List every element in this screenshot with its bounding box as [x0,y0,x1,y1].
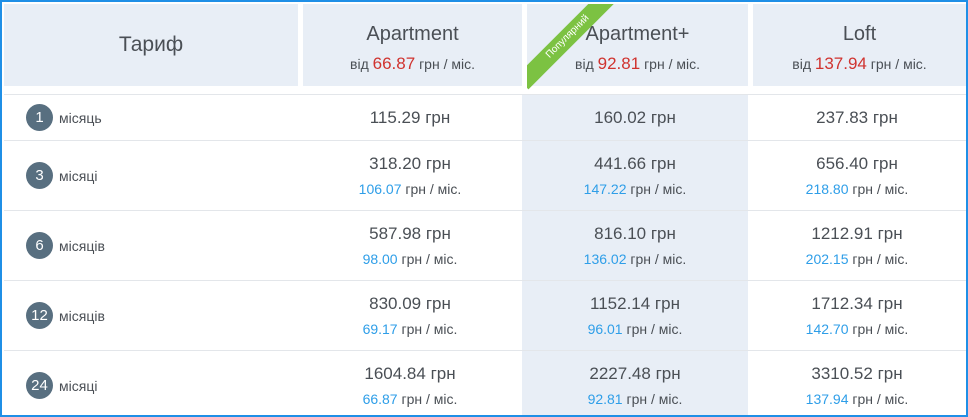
monthly-price: 96.01 грн / міс. [587,321,683,337]
total-price: 1152.14 грн [590,294,680,313]
price-cell[interactable]: 441.66 грн 147.22 грн / міс. [522,141,748,211]
price-cell[interactable]: 1712.34 грн 142.70 грн / міс. [748,281,966,351]
price-cell[interactable]: 237.83 грн [748,95,966,141]
price-cell[interactable]: 656.40 грн 218.80 грн / міс. [748,141,966,211]
plan-header-apartment[interactable]: Apartment від 66.87 грн / міс. [298,4,522,86]
total-price: 1712.34 грн [811,294,903,313]
price-cell[interactable]: 318.20 грн 106.07 грн / міс. [298,141,522,211]
total-price: 3310.52 грн [811,364,903,383]
total-price: 816.10 грн [594,224,676,243]
total-price: 2227.48 грн [589,364,681,383]
months-badge: 12 [26,302,53,329]
period-label: місяців [59,237,105,254]
period-cell: 24 місяці [4,351,298,415]
pricing-frame: Тариф Apartment від 66.87 грн / міс. Поп… [0,0,968,417]
months-badge: 6 [26,232,53,259]
plan-from-price: від 92.81 грн / міс. [575,53,700,73]
tariff-header: Тариф [4,4,298,86]
total-price: 1604.84 грн [364,364,456,383]
plan-from-price: від 137.94 грн / міс. [792,53,927,73]
table-row: 12 місяців 830.09 грн 69.17 грн / міс. 115… [4,281,966,351]
plan-header-apartment-plus[interactable]: Популярний Apartment+ від 92.81 грн / мі… [522,4,748,90]
period-cell: 1 місяць [4,95,298,141]
period-cell: 6 місяців [4,211,298,281]
table-row: 6 місяців 587.98 грн 98.00 грн / міс. 816.… [4,211,966,281]
months-badge: 3 [26,162,53,189]
popular-ribbon: Популярний [527,4,617,94]
price-cell[interactable]: 115.29 грн [298,95,522,141]
price-cell[interactable]: 2227.48 грн 92.81 грн / міс. [522,351,748,415]
price-cell[interactable]: 587.98 грн 98.00 грн / міс. [298,211,522,281]
period-label: місяці [59,167,98,184]
total-price: 115.29 грн [369,107,451,127]
table-row: 24 місяці 1604.84 грн 66.87 грн / міс. 222… [4,351,966,415]
header-row: Тариф Apartment від 66.87 грн / міс. Поп… [4,4,966,90]
total-price: 160.02 грн [594,107,676,127]
total-price: 830.09 грн [369,294,451,313]
price-cell[interactable]: 160.02 грн [522,95,748,141]
period-cell: 3 місяці [4,141,298,211]
plan-name: Apartment+ [585,22,690,45]
price-cell[interactable]: 1604.84 грн 66.87 грн / міс. [298,351,522,415]
monthly-price: 202.15 грн / міс. [805,251,909,267]
period-label: місяців [59,307,105,324]
total-price: 656.40 грн [816,154,898,173]
monthly-price: 66.87 грн / міс. [362,391,458,407]
total-price: 318.20 грн [369,154,451,173]
plan-name: Apartment [366,22,459,45]
price-cell[interactable]: 830.09 грн 69.17 грн / міс. [298,281,522,351]
monthly-price: 142.70 грн / міс. [805,321,909,337]
monthly-price: 98.00 грн / міс. [362,251,458,267]
table-row: 1 місяць 115.29 грн 160.02 грн 237.83 грн [4,95,966,141]
popular-badge: Популярний [527,4,617,90]
total-price: 441.66 грн [594,154,676,173]
monthly-price: 106.07 грн / міс. [358,181,462,197]
plan-header-loft[interactable]: Loft від 137.94 грн / міс. [748,4,966,86]
total-price: 587.98 грн [369,224,451,243]
tariff-label: Тариф [118,33,184,56]
price-cell[interactable]: 816.10 грн 136.02 грн / міс. [522,211,748,281]
months-badge: 1 [26,104,53,131]
total-price: 1212.91 грн [811,224,903,243]
price-cell[interactable]: 3310.52 грн 137.94 грн / міс. [748,351,966,415]
monthly-price: 218.80 грн / міс. [805,181,909,197]
total-price: 237.83 грн [816,107,898,127]
period-label: місяць [59,109,102,126]
monthly-price: 147.22 грн / міс. [583,181,687,197]
table-row: 3 місяці 318.20 грн 106.07 грн / міс. 441.… [4,141,966,211]
period-label: місяці [59,377,98,394]
monthly-price: 69.17 грн / міс. [362,321,458,337]
pricing-table: Тариф Apartment від 66.87 грн / міс. Поп… [4,4,966,415]
plan-from-price: від 66.87 грн / міс. [350,53,475,73]
price-cell[interactable]: 1212.91 грн 202.15 грн / міс. [748,211,966,281]
monthly-price: 136.02 грн / міс. [583,251,687,267]
price-cell[interactable]: 1152.14 грн 96.01 грн / міс. [522,281,748,351]
plan-name: Loft [842,22,877,45]
months-badge: 24 [26,372,53,399]
monthly-price: 137.94 грн / міс. [805,391,909,407]
period-cell: 12 місяців [4,281,298,351]
monthly-price: 92.81 грн / міс. [587,391,683,407]
